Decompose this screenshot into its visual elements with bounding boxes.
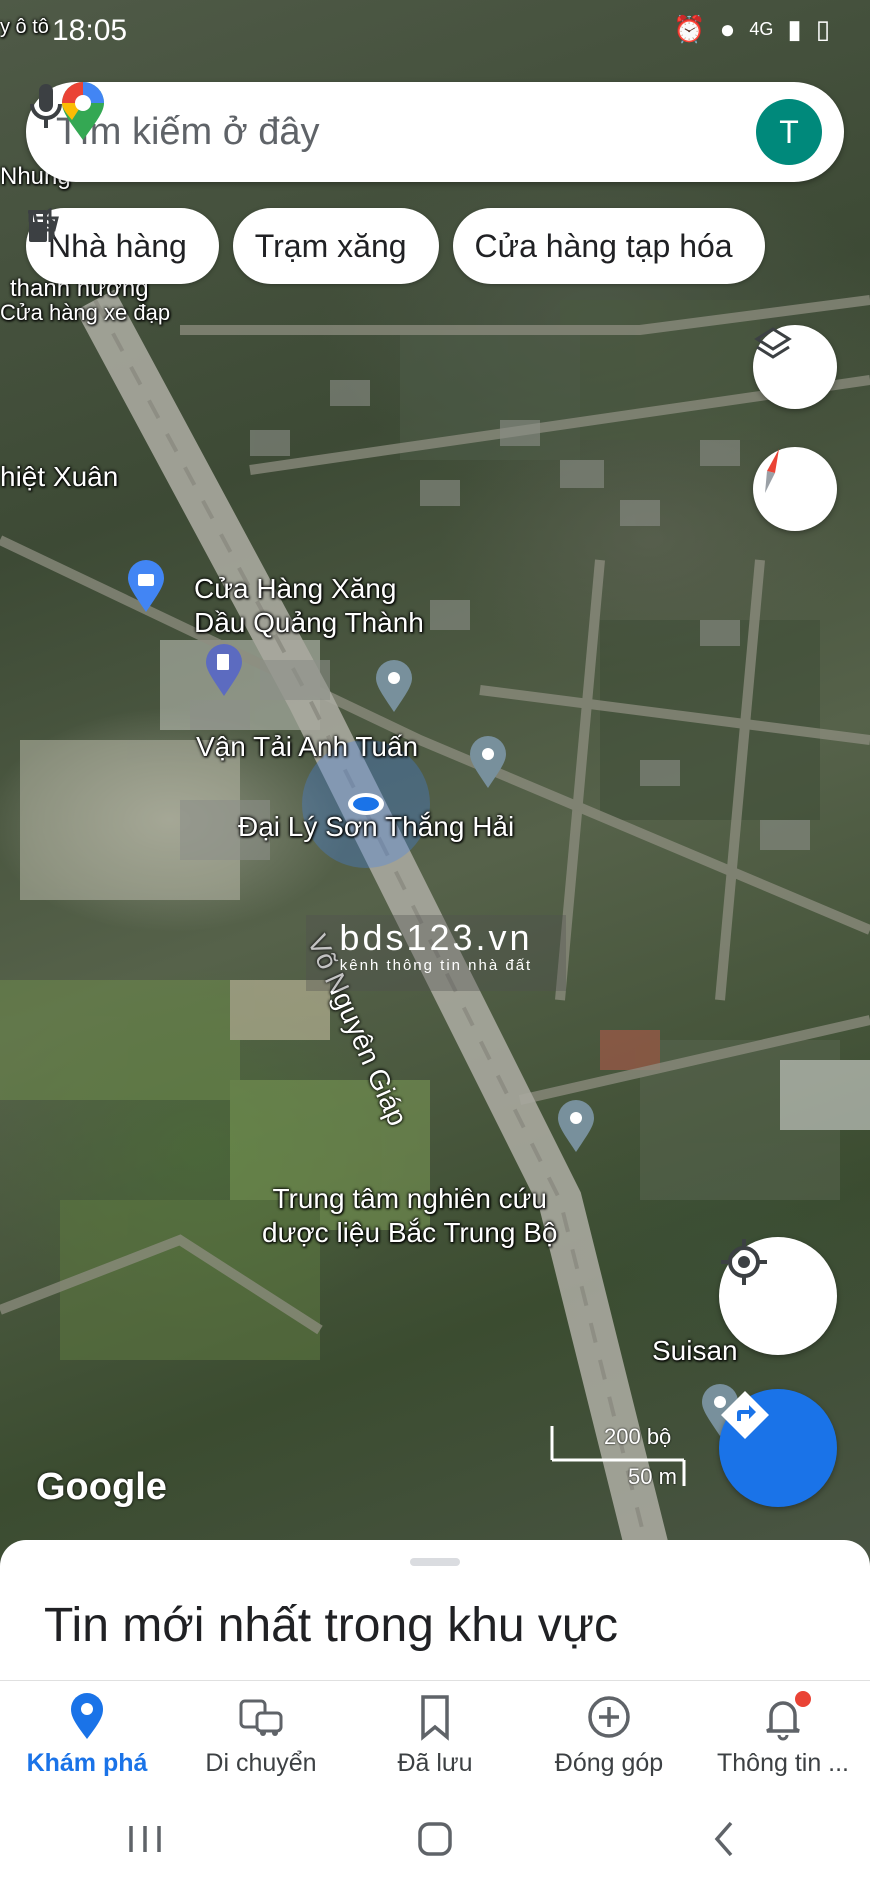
account-avatar[interactable]: T	[756, 99, 822, 165]
map-label-bike-shop[interactable]: Cửa hàng xe đạp	[0, 296, 170, 330]
google-maps-pin-icon	[62, 82, 104, 140]
network-type: 4G	[749, 19, 774, 39]
system-navigation-bar	[0, 1794, 870, 1884]
my-location-icon	[721, 1239, 767, 1285]
location-icon: ●	[719, 14, 736, 44]
directions-icon	[721, 1391, 769, 1439]
shopping-cart-icon	[28, 210, 59, 239]
chip-gas-station[interactable]: Trạm xăng	[29, 208, 439, 284]
sheet-drag-handle[interactable]	[410, 1558, 460, 1566]
watermark-sub: kênh thông tin nhà đất	[339, 957, 533, 974]
commute-icon	[239, 1699, 283, 1736]
google-logo: Google	[36, 1466, 167, 1508]
place-marker-icon[interactable]	[468, 736, 508, 790]
nav-saved[interactable]: Đã lưu	[348, 1681, 522, 1795]
layers-icon	[754, 327, 792, 359]
compass-icon	[765, 449, 779, 493]
category-chips: Nhà hàng Trạm xăng Cửa hàng tạp hóa	[26, 208, 765, 284]
map-label-gas-station[interactable]: Cửa Hàng Xăng Dầu Quảng Thành	[194, 572, 424, 640]
alarm-icon: ⏰	[673, 14, 706, 44]
map-label-research-center[interactable]: Trung tâm nghiên cứu dược liệu Bắc Trung…	[262, 1182, 557, 1250]
microphone-icon[interactable]	[26, 82, 66, 132]
signal-icon: ▮	[787, 14, 802, 44]
nav-explore[interactable]: Khám phá	[0, 1681, 174, 1795]
place-marker-icon[interactable]	[374, 660, 414, 714]
explore-pin-icon	[71, 1693, 103, 1739]
my-location-button[interactable]	[719, 1237, 837, 1355]
watermark: bds123.vn kênh thông tin nhà đất	[306, 915, 566, 991]
scale-imperial: 200 bộ	[604, 1424, 672, 1449]
nav-contribute[interactable]: Đóng góp	[522, 1681, 696, 1795]
bookmark-icon	[421, 1695, 449, 1741]
map-scale: 200 bộ 50 m	[548, 1420, 688, 1490]
status-bar: 18:05 ⏰ ● 4G ▮ ▯	[0, 0, 870, 66]
bottom-sheet[interactable]: Tin mới nhất trong khu vực	[0, 1540, 870, 1680]
map-label-suisan[interactable]: Suisan	[652, 1334, 738, 1368]
search-bar[interactable]: Tìm kiếm ở đây T	[26, 82, 844, 182]
map-label-nhiet-xuan: hiệt Xuân	[0, 461, 119, 492]
chip-grocery[interactable]: Cửa hàng tạp hóa	[28, 208, 765, 284]
chip-label: Cửa hàng tạp hóa	[474, 227, 733, 264]
place-marker-icon[interactable]	[556, 1100, 596, 1154]
search-input[interactable]: Tìm kiếm ở đây	[56, 111, 756, 154]
recent-apps-icon[interactable]	[125, 1822, 165, 1856]
status-icons: ⏰ ● 4G ▮ ▯	[673, 14, 830, 45]
scale-metric: 50 m	[628, 1464, 677, 1489]
nav-label: Khám phá	[26, 1749, 148, 1777]
battery-icon: ▯	[815, 14, 830, 44]
gas-station-marker-icon[interactable]	[204, 644, 244, 698]
nav-label: Di chuyển	[205, 1749, 317, 1777]
nav-updates[interactable]: Thông tin ...	[696, 1681, 870, 1795]
sheet-title: Tin mới nhất trong khu vực	[44, 1599, 619, 1652]
map-view[interactable]: 18:05 ⏰ ● 4G ▮ ▯ y ô tô Nhung thanh hươn…	[0, 0, 870, 1560]
chip-label: Trạm xăng	[254, 227, 407, 264]
compass-button[interactable]	[753, 447, 837, 531]
home-icon[interactable]	[415, 1819, 455, 1859]
map-label-paint-agency[interactable]: Đại Lý Sơn Thắng Hải	[238, 810, 514, 844]
map-label-edge-top: y ô tô	[0, 16, 49, 38]
nav-label: Đóng góp	[554, 1749, 664, 1777]
watermark-main: bds123.vn	[339, 917, 533, 958]
chip-label: Nhà hàng	[48, 227, 187, 264]
map-label-transport[interactable]: Vận Tải Anh Tuấn	[196, 730, 418, 764]
layers-button[interactable]	[753, 325, 837, 409]
status-time: 18:05	[52, 14, 128, 47]
nav-label: Đã lưu	[397, 1749, 473, 1777]
notification-badge	[795, 1691, 811, 1707]
bottom-navigation: Khám phá Di chuyển Đã lưu Đóng góp Thông…	[0, 1680, 870, 1795]
shopping-bag-marker-icon[interactable]	[126, 560, 166, 614]
directions-button[interactable]	[719, 1389, 837, 1507]
nav-commute[interactable]: Di chuyển	[174, 1681, 348, 1795]
notification-bell-wrapper	[759, 1691, 811, 1741]
add-circle-icon	[588, 1696, 630, 1738]
nav-label: Thông tin ...	[716, 1749, 850, 1777]
back-icon[interactable]	[705, 1819, 745, 1859]
